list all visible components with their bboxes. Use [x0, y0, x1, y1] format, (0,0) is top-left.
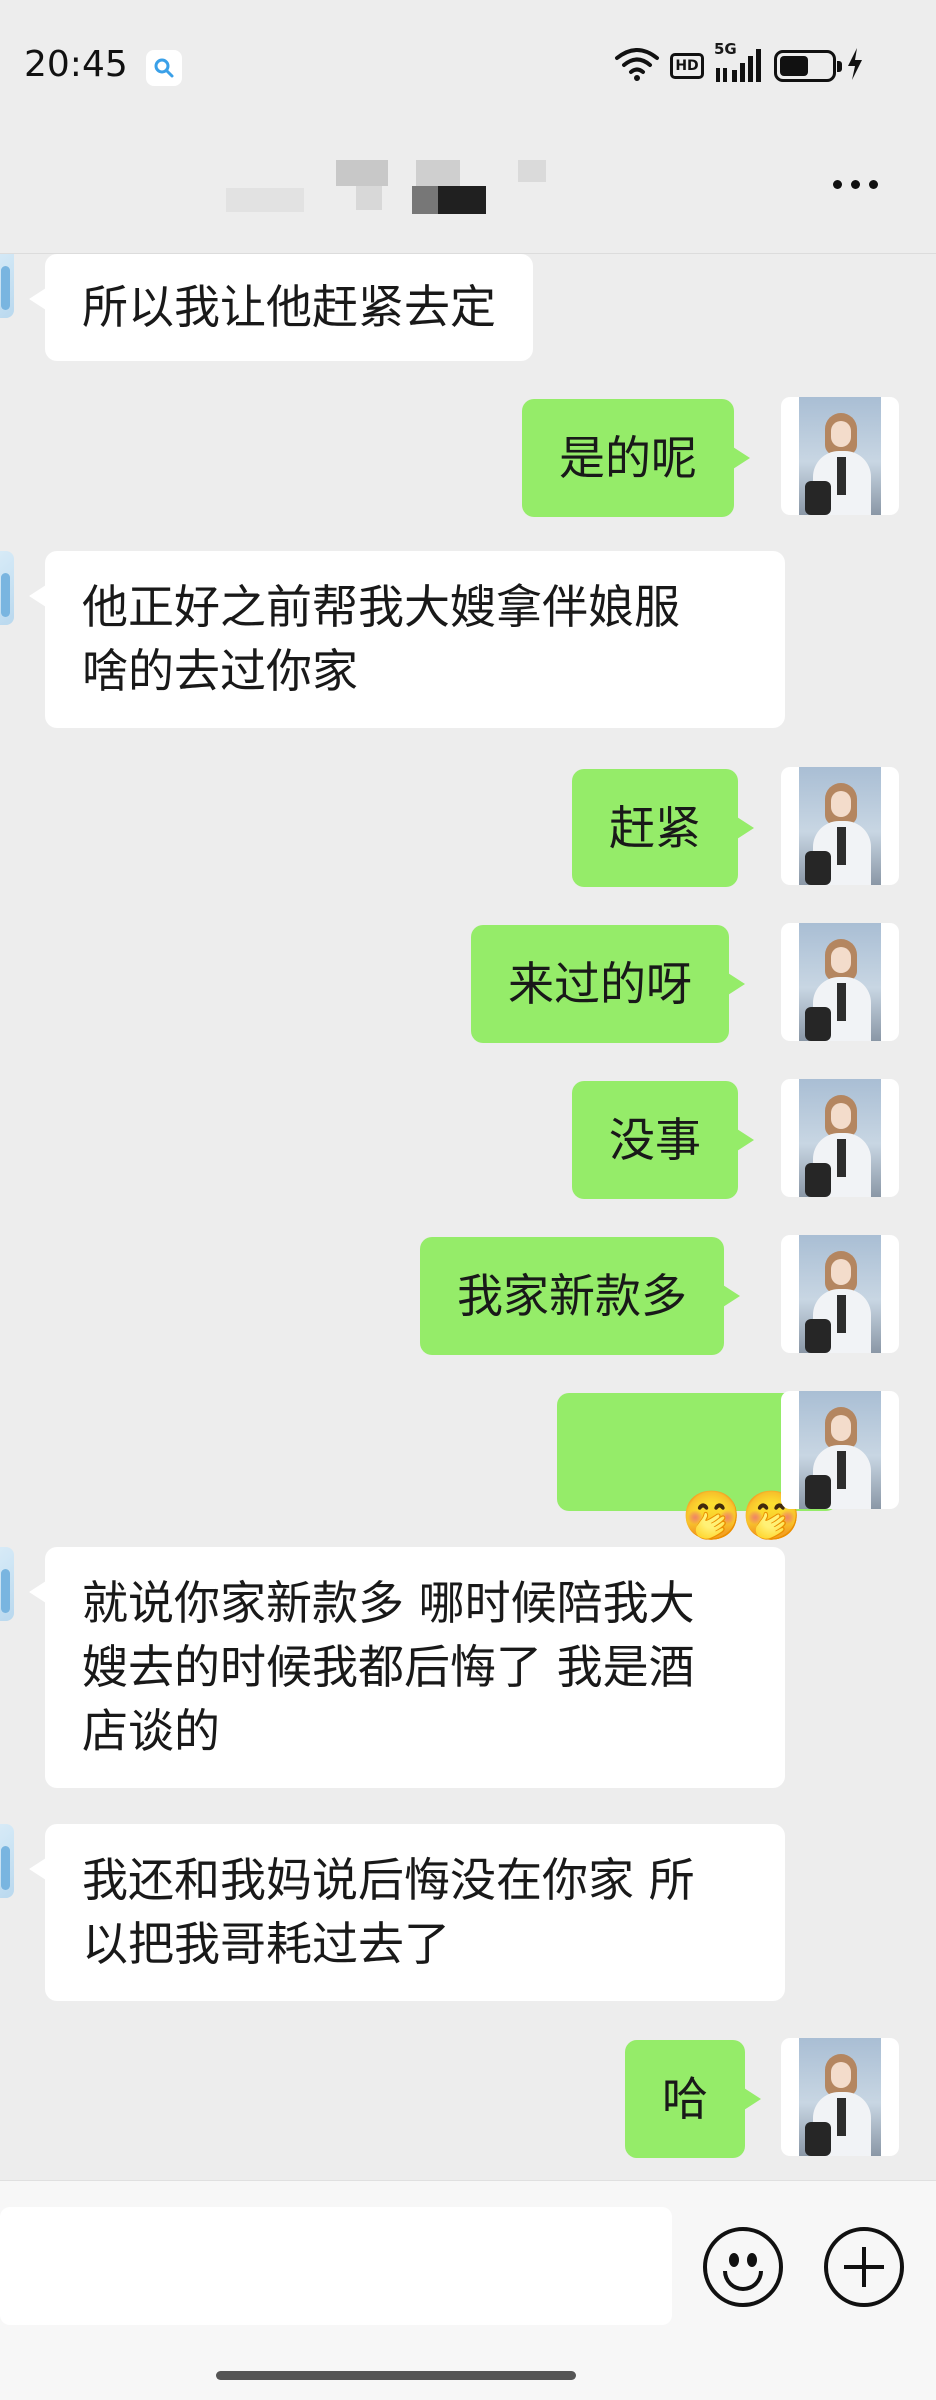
- emoji-button[interactable]: [703, 2227, 783, 2307]
- wifi-icon: [614, 46, 660, 86]
- message-bubble-outgoing[interactable]: 来过的呀: [471, 925, 745, 1043]
- user-avatar[interactable]: [781, 1391, 899, 1509]
- user-avatar[interactable]: [781, 1235, 899, 1353]
- message-bubble-incoming[interactable]: 我还和我妈说后悔没在你家 所 以把我哥耗过去了: [29, 1824, 785, 2001]
- contact-avatar[interactable]: [0, 254, 14, 318]
- message-bubble-outgoing[interactable]: 哈: [625, 2040, 761, 2158]
- charging-icon: [846, 47, 864, 85]
- message-bubble-incoming[interactable]: 所以我让他赶紧去定: [29, 254, 533, 361]
- contact-avatar[interactable]: [0, 1824, 14, 1898]
- status-icons: HD 5G: [614, 40, 864, 86]
- battery-level: [780, 56, 808, 76]
- message-bubble-outgoing[interactable]: 赶紧: [572, 769, 754, 887]
- message-bubble-incoming[interactable]: 他正好之前帮我大嫂拿伴娘服 啥的去过你家: [29, 551, 785, 728]
- hd-badge: HD: [670, 53, 704, 79]
- contact-avatar[interactable]: [0, 551, 14, 625]
- user-avatar[interactable]: [781, 2038, 899, 2156]
- message-bubble-outgoing[interactable]: 是的呢: [522, 399, 750, 517]
- message-input[interactable]: [0, 2207, 672, 2325]
- status-bar: 20:45 HD 5G: [0, 0, 936, 130]
- search-icon: [146, 50, 182, 86]
- message-bubble-outgoing[interactable]: 我家新款多: [420, 1237, 740, 1355]
- battery-icon: [774, 50, 842, 82]
- contact-avatar[interactable]: [0, 1547, 14, 1621]
- status-time: 20:45: [24, 44, 128, 85]
- user-avatar[interactable]: [781, 397, 899, 515]
- more-button[interactable]: [833, 180, 878, 189]
- home-indicator[interactable]: [216, 2371, 576, 2380]
- chat-header: [0, 130, 936, 254]
- more-icon: [833, 180, 842, 189]
- message-bubble-incoming[interactable]: 就说你家新款多 哪时候陪我大 嫂去的时候我都后悔了 我是酒 店谈的: [29, 1547, 785, 1788]
- message-bubble-outgoing[interactable]: 没事: [572, 1081, 754, 1199]
- message-list[interactable]: 所以我让他赶紧去定 是的呢 他正好之前帮我大嫂拿伴娘服 啥的去过你家 赶紧 来过…: [0, 254, 936, 2180]
- user-avatar[interactable]: [781, 923, 899, 1041]
- user-avatar[interactable]: [781, 767, 899, 885]
- input-bar: [0, 2180, 936, 2400]
- battery-cap: [837, 61, 842, 72]
- more-functions-button[interactable]: [824, 2227, 904, 2307]
- cellular-signal-icon: 5G: [714, 40, 764, 84]
- user-avatar[interactable]: [781, 1079, 899, 1197]
- chat-title-obscured: [226, 160, 552, 220]
